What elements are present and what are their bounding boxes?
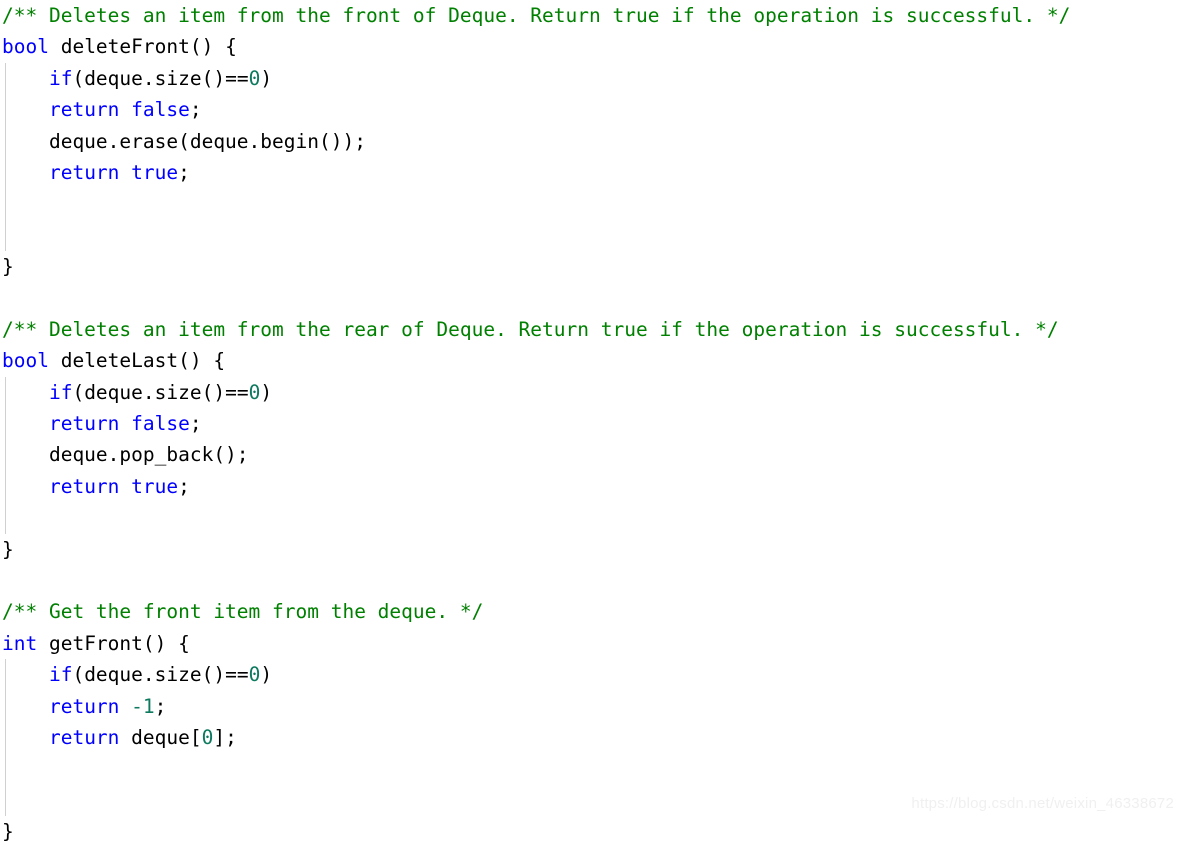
code-token-plain: )	[260, 66, 273, 90]
code-line[interactable]	[0, 565, 1178, 596]
code-token-plain: deleteFront() {	[48, 35, 237, 59]
code-line[interactable]: return true;	[0, 157, 1178, 188]
code-token-plain: ;	[178, 474, 190, 498]
code-token-plain: (deque.size()==	[72, 380, 249, 404]
code-line[interactable]: if(deque.size()==0)	[0, 63, 1178, 94]
code-token-keyword: bool	[2, 349, 49, 373]
code-lines-container: /** Deletes an item from the front of De…	[0, 0, 1178, 848]
code-token-keyword: return false	[48, 412, 190, 436]
code-token-comment: /** Get the front item from the deque. *…	[2, 600, 484, 624]
indent-guide	[5, 376, 6, 534]
code-token-plain: ;	[154, 694, 167, 718]
code-token-plain: (deque.size()==	[72, 663, 249, 687]
code-line[interactable]: return false;	[0, 94, 1178, 125]
code-line[interactable]: return deque[0];	[0, 722, 1178, 753]
code-token-plain: deque[	[119, 725, 202, 749]
code-token-plain: ;	[189, 98, 202, 122]
code-line[interactable]: bool deleteLast() {	[0, 345, 1178, 376]
code-line[interactable]	[0, 283, 1178, 314]
code-token-number: 0	[248, 663, 261, 687]
code-token-plain: )	[260, 380, 273, 404]
code-token-plain: ;	[189, 412, 202, 436]
code-token-brace: }	[2, 537, 14, 561]
code-token-number: 0	[248, 380, 261, 404]
code-token-plain: ];	[213, 725, 237, 749]
code-token-keyword: if	[48, 66, 73, 90]
code-token-brace: }	[2, 820, 14, 844]
code-token-keyword: if	[48, 380, 73, 404]
code-token-keyword: bool	[2, 35, 49, 59]
code-token-brace: }	[2, 255, 14, 279]
code-line[interactable]: }	[0, 534, 1178, 565]
code-line[interactable]: bool deleteFront() {	[0, 31, 1178, 62]
code-line[interactable]: /** Deletes an item from the rear of Deq…	[0, 314, 1178, 345]
code-token-comment: /** Deletes an item from the rear of Deq…	[2, 317, 1059, 341]
code-token-plain: (deque.size()==	[72, 66, 249, 90]
code-token-keyword: return	[48, 694, 120, 718]
code-token-keyword: return true	[48, 160, 179, 184]
code-token-keyword: int	[2, 631, 38, 655]
code-token-plain: getFront() {	[37, 631, 190, 655]
code-line[interactable]: }	[0, 816, 1178, 847]
code-token-number: 0	[248, 66, 261, 90]
code-line[interactable]: /** Deletes an item from the front of De…	[0, 0, 1178, 31]
code-line[interactable]	[0, 502, 1178, 533]
code-token-keyword: return	[48, 725, 120, 749]
code-token-plain: deque.erase(deque.begin());	[2, 129, 366, 153]
code-line[interactable]: return true;	[0, 471, 1178, 502]
code-line[interactable]	[0, 753, 1178, 784]
indent-guide	[5, 62, 6, 252]
code-line[interactable]	[0, 188, 1178, 219]
code-line[interactable]: return false;	[0, 408, 1178, 439]
code-token-keyword: return true	[48, 474, 179, 498]
code-token-comment: /** Deletes an item from the front of De…	[2, 4, 1071, 27]
code-token-plain: ;	[178, 160, 190, 184]
code-token-keyword: return false	[48, 98, 190, 122]
code-line[interactable]: return -1;	[0, 691, 1178, 722]
code-token-plain: deleteLast() {	[48, 349, 226, 373]
code-line[interactable]: if(deque.size()==0)	[0, 377, 1178, 408]
code-line[interactable]: }	[0, 251, 1178, 282]
code-token-plain: )	[260, 663, 273, 687]
code-token-number: 0	[201, 725, 214, 749]
code-line[interactable]: deque.erase(deque.begin());	[0, 126, 1178, 157]
code-line[interactable]	[0, 220, 1178, 251]
code-token-keyword: if	[48, 663, 73, 687]
csdn-watermark: https://blog.csdn.net/weixin_46338672	[911, 795, 1174, 812]
code-token-plain: deque.pop_back();	[2, 443, 249, 467]
code-editor-surface[interactable]: /** Deletes an item from the front of De…	[0, 0, 1178, 843]
code-line[interactable]: if(deque.size()==0)	[0, 659, 1178, 690]
code-line[interactable]: /** Get the front item from the deque. *…	[0, 596, 1178, 627]
code-line[interactable]: int getFront() {	[0, 628, 1178, 659]
indent-guide	[5, 659, 6, 817]
code-line[interactable]: deque.pop_back();	[0, 439, 1178, 470]
code-token-number: -1	[131, 694, 155, 718]
